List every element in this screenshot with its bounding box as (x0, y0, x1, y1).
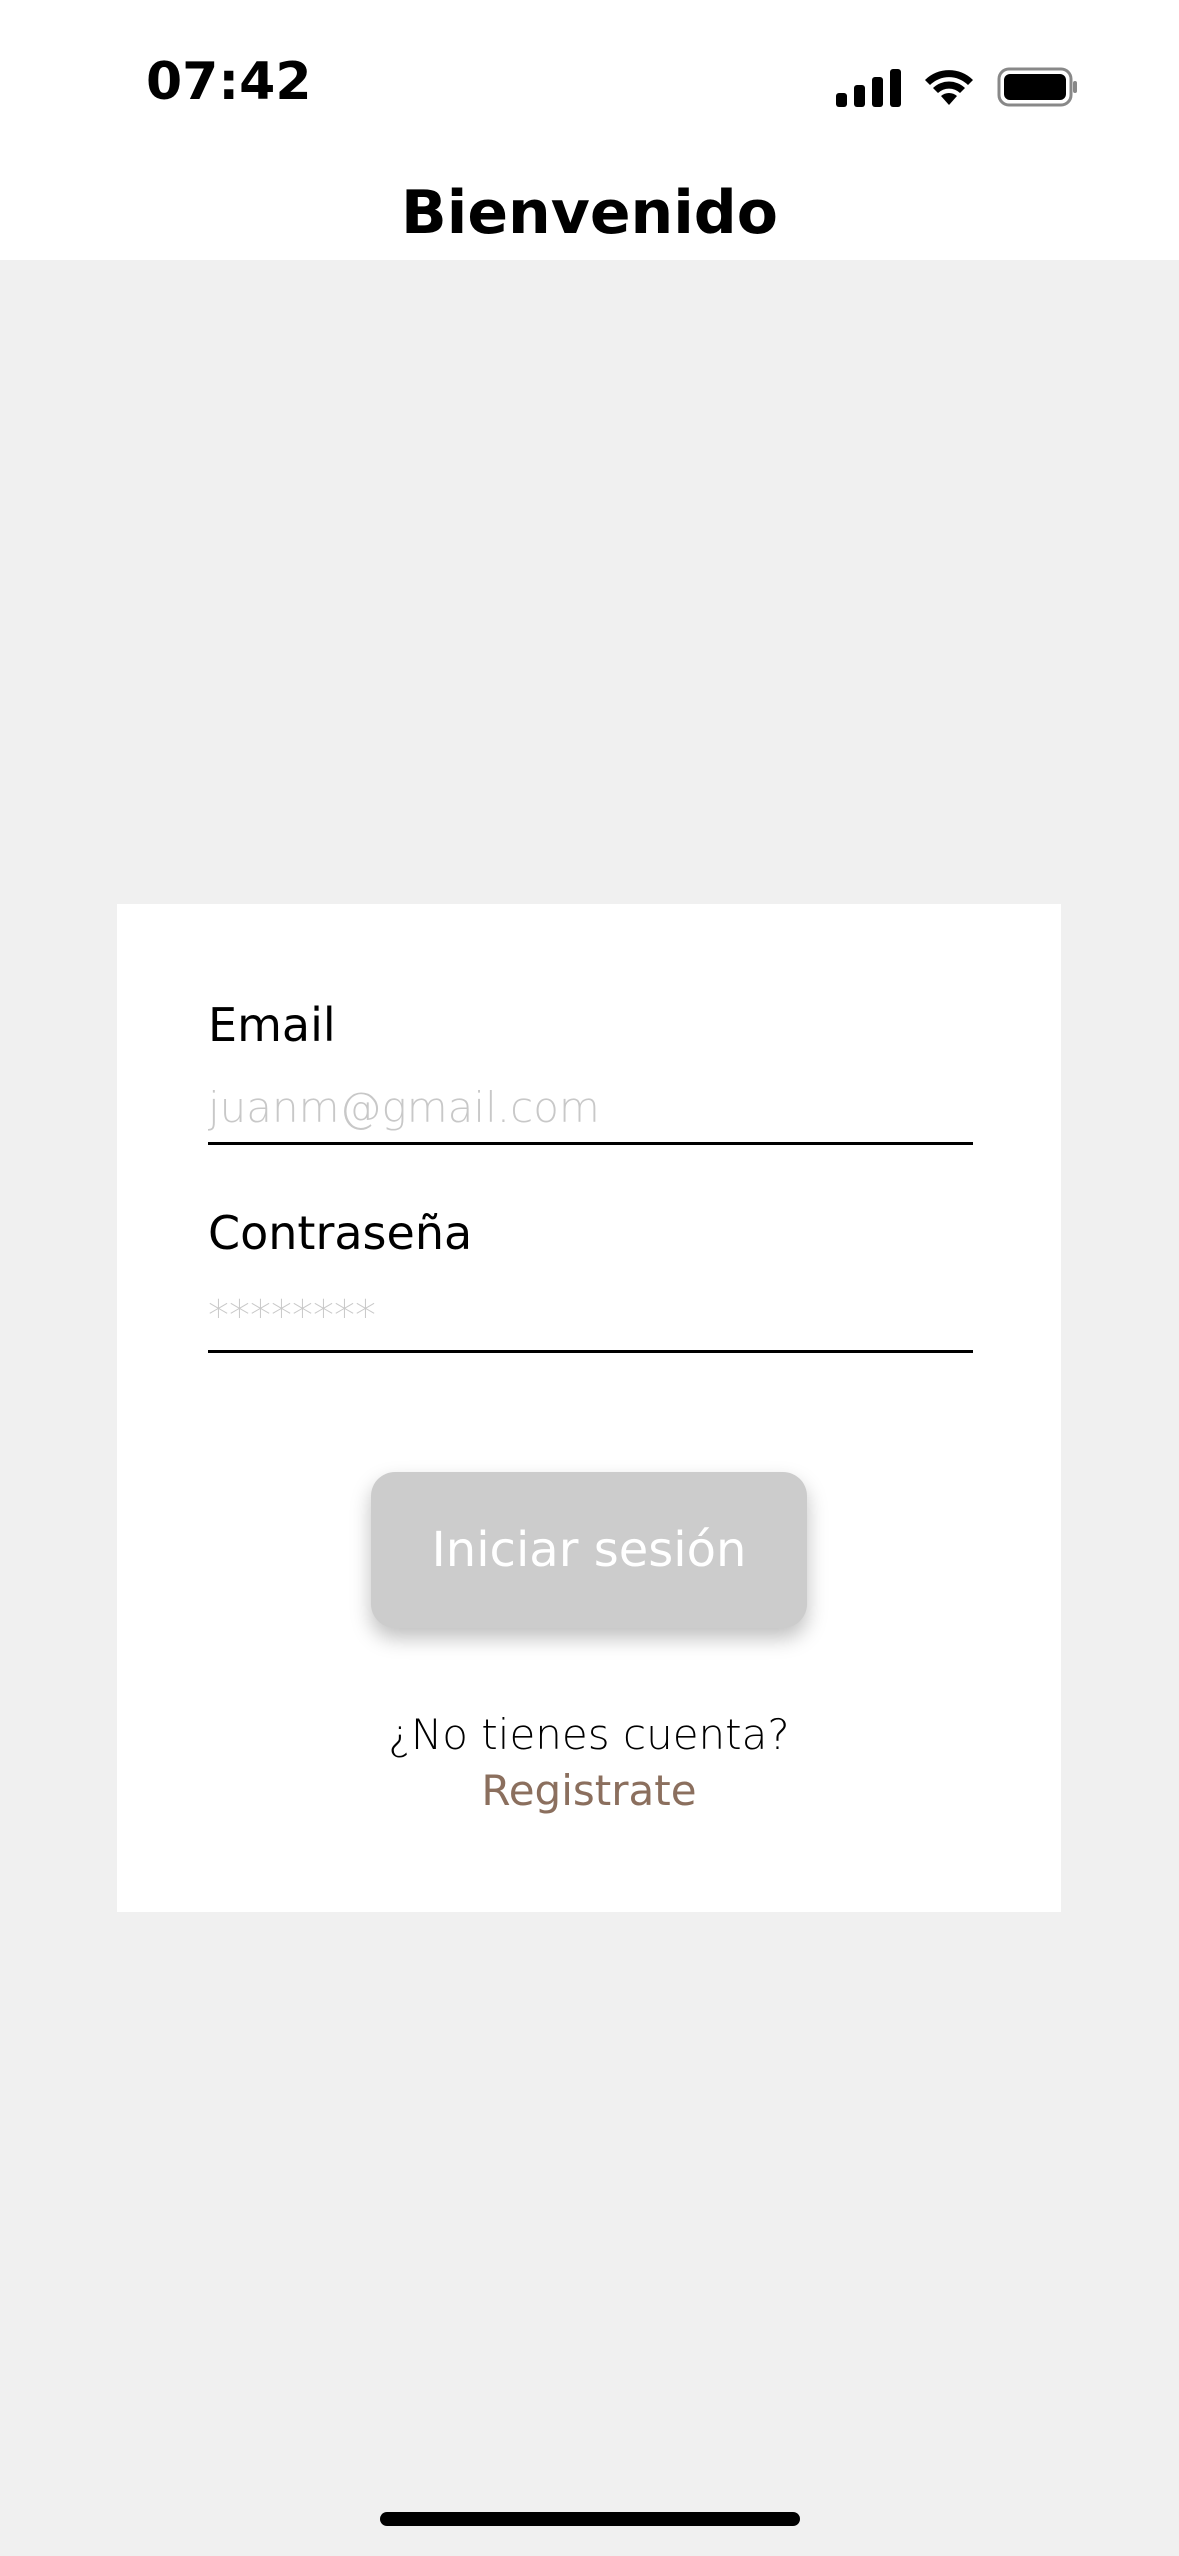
password-field[interactable] (208, 1280, 973, 1353)
signal-icon (836, 67, 901, 107)
password-label: Contraseña (208, 1206, 473, 1260)
login-card: Email Contraseña Iniciar sesión ¿No tien… (117, 904, 1061, 1912)
home-indicator[interactable] (380, 2512, 800, 2526)
login-screen: 07:42 Bienvenido Email juanm@gmail.com C… (0, 0, 1179, 2556)
login-button[interactable]: Iniciar sesión (371, 1472, 807, 1628)
status-time: 07:42 (146, 52, 312, 112)
email-label: Email (208, 998, 336, 1052)
no-account-text: ¿No tienes cuenta? (388, 1710, 790, 1759)
page-title: Bienvenido (401, 178, 778, 248)
wifi-icon (923, 67, 975, 107)
email-field[interactable] (208, 1072, 973, 1145)
top-bar: 07:42 Bienvenido (0, 0, 1179, 260)
status-icons (836, 62, 1079, 112)
register-link[interactable]: Registrate (117, 1766, 1061, 1815)
battery-icon (997, 67, 1079, 107)
